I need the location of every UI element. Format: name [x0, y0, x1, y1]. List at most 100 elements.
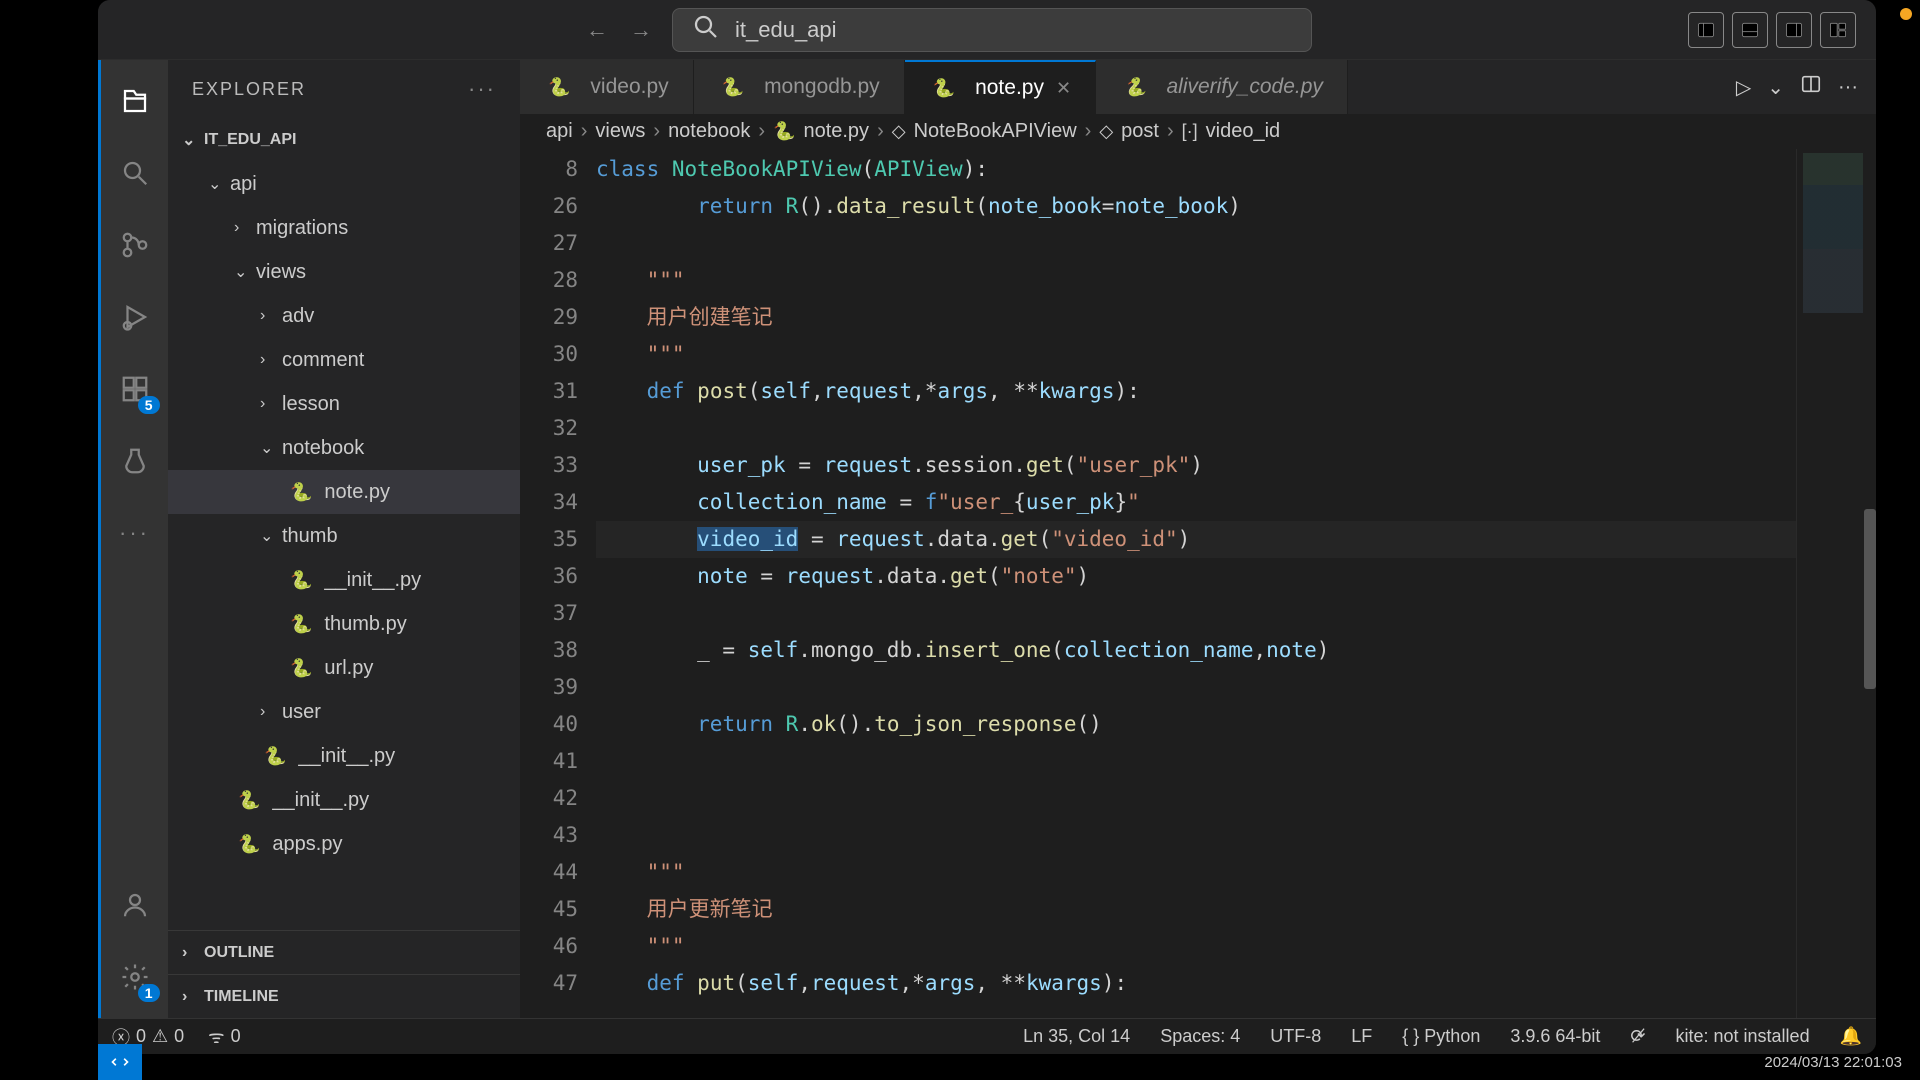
breadcrumb-segment[interactable]: post — [1121, 120, 1159, 143]
breadcrumb-segment[interactable]: note.py — [803, 120, 869, 143]
tree-label: url.py — [324, 657, 373, 680]
activity-more[interactable]: ··· — [114, 512, 156, 554]
layout-sidebar-left-icon[interactable] — [1688, 12, 1724, 48]
status-sync-icon[interactable]: ⟳̸ — [1630, 1026, 1645, 1047]
breadcrumb-segment[interactable]: video_id — [1206, 120, 1281, 143]
breadcrumb-separator: › — [653, 120, 660, 143]
layout-panel-icon[interactable] — [1732, 12, 1768, 48]
folder-item[interactable]: lesson — [168, 382, 520, 426]
vscode-window: ← → it_edu_api — [98, 0, 1876, 1054]
breadcrumb[interactable]: api›views›notebook›🐍note.py›◇NoteBookAPI… — [520, 114, 1876, 149]
status-python-version[interactable]: 3.9.6 64-bit — [1510, 1026, 1600, 1047]
breadcrumb-icon: ◇ — [892, 121, 906, 142]
radio-icon: ᯤ — [208, 1025, 224, 1049]
timeline-section[interactable]: TIMELINE — [168, 974, 520, 1018]
editor-group: 🐍video.py🐍mongodb.py🐍note.py✕🐍aliverify_… — [520, 60, 1876, 1018]
status-spaces[interactable]: Spaces: 4 — [1160, 1026, 1240, 1047]
editor[interactable]: 8262728293031323334353637383940414243444… — [520, 149, 1876, 1018]
tree-label: adv — [282, 305, 314, 328]
folder-item[interactable]: comment — [168, 338, 520, 382]
breadcrumb-segment[interactable]: api — [546, 120, 573, 143]
python-file-icon: 🐍 — [722, 77, 744, 98]
breadcrumb-segment[interactable]: NoteBookAPIView — [914, 120, 1077, 143]
activity-run-debug[interactable] — [114, 296, 156, 338]
close-icon[interactable]: ✕ — [1056, 78, 1071, 99]
folder-item[interactable]: api — [168, 162, 520, 206]
status-ports[interactable]: ᯤ0 — [208, 1025, 240, 1049]
python-file-icon: 🐍 — [238, 834, 260, 855]
tree-label: thumb — [282, 525, 338, 548]
file-item[interactable]: 🐍apps.py — [168, 822, 520, 866]
minimap-scrollbar[interactable] — [1864, 509, 1876, 689]
activity-source-control[interactable] — [114, 224, 156, 266]
search-icon — [691, 12, 721, 48]
status-eol[interactable]: LF — [1351, 1026, 1372, 1047]
tree-label: comment — [282, 349, 364, 372]
tab-more-icon[interactable]: ··· — [1838, 76, 1858, 99]
status-language[interactable]: { } Python — [1402, 1026, 1480, 1047]
python-file-icon: 🐍 — [238, 790, 260, 811]
folder-item[interactable]: user — [168, 690, 520, 734]
editor-tab[interactable]: 🐍note.py✕ — [905, 60, 1096, 114]
activity-accounts[interactable] — [114, 884, 156, 926]
chevron-icon — [260, 351, 278, 369]
run-dropdown[interactable]: ⌄ — [1767, 75, 1784, 100]
editor-tab[interactable]: 🐍aliverify_code.py — [1096, 60, 1348, 114]
project-root[interactable]: IT_EDU_API — [168, 118, 520, 162]
breadcrumb-segment[interactable]: views — [595, 120, 645, 143]
python-file-icon: 🐍 — [264, 746, 286, 767]
breadcrumb-separator: › — [1167, 120, 1174, 143]
chevron-icon — [234, 262, 252, 282]
status-cursor[interactable]: Ln 35, Col 14 — [1023, 1026, 1130, 1047]
extensions-badge: 5 — [138, 396, 160, 414]
file-item[interactable]: 🐍url.py — [168, 646, 520, 690]
status-bar: ⓧ0 ⚠0 ᯤ0 Ln 35, Col 14 Spaces: 4 UTF-8 L… — [98, 1018, 1876, 1054]
search-text: it_edu_api — [735, 17, 837, 43]
python-file-icon: 🐍 — [290, 614, 312, 635]
tree-label: thumb.py — [324, 613, 406, 636]
activity-extensions[interactable]: 5 — [114, 368, 156, 410]
run-button[interactable]: ▷ — [1736, 75, 1751, 100]
folder-item[interactable]: notebook — [168, 426, 520, 470]
python-file-icon: 🐍 — [1124, 77, 1146, 98]
tab-label: mongodb.py — [764, 75, 880, 99]
chevron-right-icon — [182, 944, 200, 962]
command-center-search[interactable]: it_edu_api — [672, 8, 1312, 52]
nav-forward-button[interactable]: → — [622, 11, 660, 49]
breadcrumb-separator: › — [877, 120, 884, 143]
nav-back-button[interactable]: ← — [578, 11, 616, 49]
tree-label: views — [256, 261, 306, 284]
activity-explorer[interactable] — [114, 80, 156, 122]
status-encoding[interactable]: UTF-8 — [1270, 1026, 1321, 1047]
folder-item[interactable]: adv — [168, 294, 520, 338]
chevron-icon — [260, 438, 278, 458]
folder-item[interactable]: views — [168, 250, 520, 294]
file-tree[interactable]: apimigrations views adv comment lessonnotebo… — [168, 162, 520, 930]
editor-tab[interactable]: 🐍 mongodb.py — [694, 60, 905, 114]
file-item[interactable]: 🐍__init__.py — [168, 558, 520, 602]
file-item[interactable]: 🐍 thumb.py — [168, 602, 520, 646]
breadcrumb-segment[interactable]: notebook — [668, 120, 750, 143]
folder-item[interactable]: migrations — [168, 206, 520, 250]
activity-search[interactable] — [114, 152, 156, 194]
sidebar-menu-icon[interactable]: ··· — [468, 76, 496, 102]
file-item[interactable]: 🐍__init__.py — [168, 734, 520, 778]
python-file-icon: 🐍 — [290, 570, 312, 591]
chevron-icon — [260, 703, 278, 721]
folder-item[interactable]: thumb — [168, 514, 520, 558]
activity-settings[interactable]: 1 — [114, 956, 156, 998]
layout-sidebar-right-icon[interactable] — [1776, 12, 1812, 48]
activity-testing[interactable] — [114, 440, 156, 482]
breadcrumb-icon: 🐍 — [773, 121, 795, 142]
outline-section[interactable]: OUTLINE — [168, 930, 520, 974]
code-content[interactable]: class NoteBookAPIView(APIView): return R… — [596, 149, 1876, 1018]
chevron-icon — [208, 174, 226, 194]
python-file-icon: 🐍 — [933, 78, 955, 99]
remote-indicator[interactable] — [98, 1044, 142, 1080]
layout-customize-icon[interactable] — [1820, 12, 1856, 48]
editor-tab[interactable]: 🐍video.py — [520, 60, 694, 114]
minimap[interactable] — [1796, 149, 1876, 1018]
file-item[interactable]: 🐍__init__.py — [168, 778, 520, 822]
file-item[interactable]: 🐍note.py — [168, 470, 520, 514]
split-editor-icon[interactable] — [1800, 73, 1822, 101]
